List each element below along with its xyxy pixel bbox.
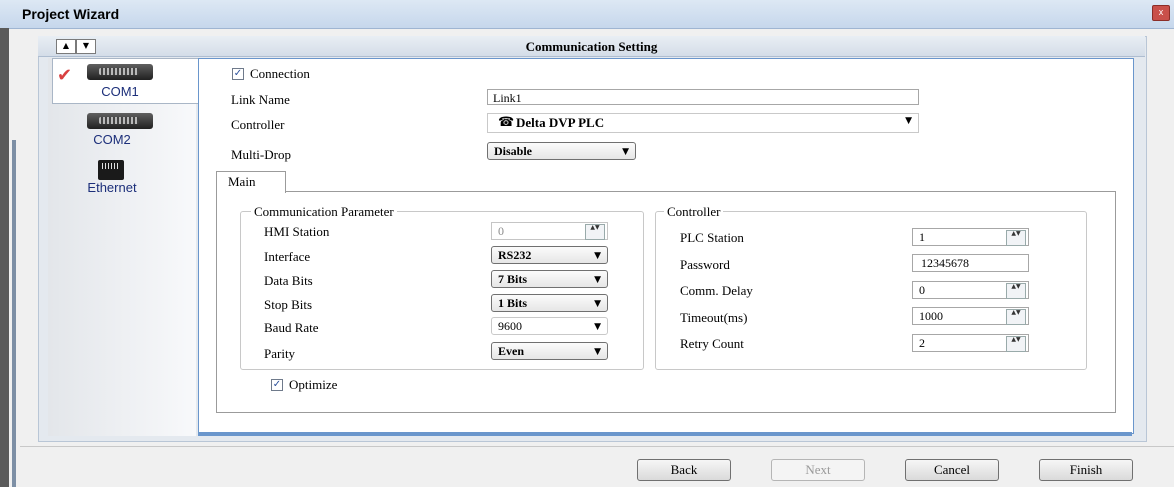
spin-arrows-icon: ▲▼	[585, 224, 605, 240]
optimize-label: Optimize	[289, 377, 338, 392]
interface-select[interactable]: RS232 ▼	[491, 246, 608, 264]
spin-arrows-icon[interactable]: ▲▼	[1006, 230, 1026, 246]
link-name-input[interactable]: Link1	[487, 89, 919, 105]
plc-station-label: PLC Station	[680, 230, 744, 245]
plc-station-stepper[interactable]: 1 ▲▼	[912, 228, 1029, 246]
ethernet-port-icon	[98, 160, 124, 180]
hmi-station-label: HMI Station	[264, 224, 330, 239]
controller-group-title: Controller	[664, 204, 724, 220]
window-title: Project Wizard	[22, 6, 120, 22]
hmi-station-value: 0	[498, 224, 504, 238]
back-button[interactable]: Back	[637, 459, 731, 481]
timeout-label: Timeout(ms)	[680, 310, 748, 325]
tab-main-label: Main	[228, 174, 256, 189]
footer-divider	[20, 446, 1174, 447]
controller-label: Controller	[231, 117, 285, 132]
comm-delay-label: Comm. Delay	[680, 283, 753, 298]
retry-count-value: 2	[919, 336, 925, 350]
retry-count-label: Retry Count	[680, 336, 744, 351]
left-edge-accent	[12, 140, 16, 487]
password-input[interactable]: 12345678	[912, 254, 1029, 272]
optimize-checkbox[interactable]: ✓	[271, 379, 283, 391]
title-bar	[0, 0, 1174, 29]
parity-select[interactable]: Even ▼	[491, 342, 608, 360]
chevron-down-icon: ▼	[594, 322, 601, 332]
connection-label: Connection	[250, 66, 310, 81]
finish-button[interactable]: Finish	[1039, 459, 1133, 481]
stop-bits-value: 1 Bits	[498, 296, 528, 310]
timeout-stepper[interactable]: 1000 ▲▼	[912, 307, 1029, 325]
interface-value: RS232	[498, 248, 532, 262]
close-button[interactable]: x	[1152, 5, 1170, 21]
sidebar-item-label: COM1	[101, 84, 139, 99]
settings-area-bottom-border	[198, 432, 1132, 436]
chevron-down-icon: ▼	[905, 116, 912, 126]
baud-rate-value: 9600	[498, 319, 522, 333]
next-button[interactable]: Next	[771, 459, 865, 481]
comm-delay-stepper[interactable]: 0 ▲▼	[912, 281, 1029, 299]
data-bits-value: 7 Bits	[498, 272, 528, 286]
parity-value: Even	[498, 344, 525, 358]
baud-rate-label: Baud Rate	[264, 320, 319, 335]
hmi-station-stepper: 0 ▲▼	[491, 222, 608, 240]
controller-value: Delta DVP PLC	[516, 115, 605, 130]
serial-port-icon	[87, 64, 153, 80]
chevron-down-icon: ▼	[622, 147, 629, 157]
password-label: Password	[680, 257, 730, 272]
spin-arrows-icon[interactable]: ▲▼	[1006, 309, 1026, 325]
parity-label: Parity	[264, 346, 296, 361]
sidebar-item-label: Ethernet	[87, 180, 137, 195]
chevron-down-icon: ▼	[594, 299, 601, 309]
stop-bits-label: Stop Bits	[264, 297, 313, 312]
connection-checkbox[interactable]: ✓	[232, 68, 244, 80]
retry-count-stepper[interactable]: 2 ▲▼	[912, 334, 1029, 352]
cancel-button[interactable]: Cancel	[905, 459, 999, 481]
data-bits-select[interactable]: 7 Bits ▼	[491, 270, 608, 288]
selected-check-icon: ✔	[57, 65, 73, 86]
spin-arrows-icon[interactable]: ▲▼	[1006, 283, 1026, 299]
sidebar-item-label: COM2	[93, 132, 131, 147]
password-value: 12345678	[921, 256, 969, 270]
data-bits-label: Data Bits	[264, 273, 313, 288]
interface-label: Interface	[264, 249, 311, 264]
plc-icon: ☎	[498, 115, 515, 130]
comm-delay-value: 0	[919, 283, 925, 297]
link-name-label: Link Name	[231, 92, 290, 107]
multi-drop-value: Disable	[494, 144, 533, 158]
spin-arrows-icon[interactable]: ▲▼	[1006, 336, 1026, 352]
scroll-up-button[interactable]: ▲	[56, 39, 76, 54]
communication-parameter-title: Communication Parameter	[251, 204, 397, 220]
panel-title: Communication Setting	[525, 39, 658, 54]
plc-station-value: 1	[919, 230, 925, 244]
timeout-value: 1000	[919, 309, 943, 323]
chevron-down-icon: ▼	[594, 347, 601, 357]
serial-port-icon	[87, 113, 153, 129]
chevron-down-icon: ▼	[594, 251, 601, 261]
multi-drop-select[interactable]: Disable ▼	[487, 142, 636, 160]
scroll-down-button[interactable]: ▼	[76, 39, 96, 54]
controller-select[interactable]: ☎ Delta DVP PLC ▼	[487, 113, 919, 133]
multi-drop-label: Multi-Drop	[231, 147, 291, 162]
stop-bits-select[interactable]: 1 Bits ▼	[491, 294, 608, 312]
left-edge	[0, 28, 9, 487]
chevron-down-icon: ▼	[594, 275, 601, 285]
baud-rate-select[interactable]: 9600 ▼	[491, 317, 608, 335]
